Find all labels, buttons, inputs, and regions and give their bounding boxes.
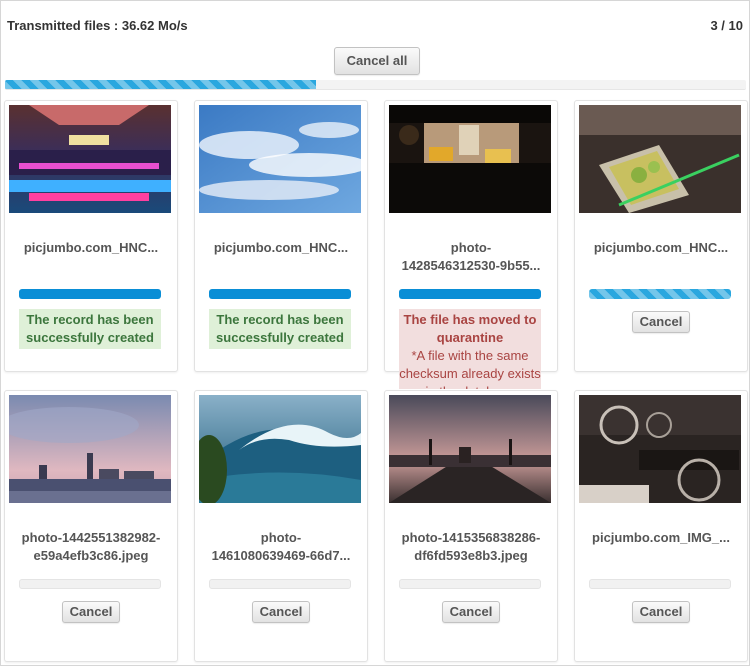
success-message: The record has been successfully created: [19, 309, 161, 349]
cancel-button[interactable]: Cancel: [252, 601, 310, 623]
file-progress-bar: [589, 289, 731, 299]
file-progress-bar: [209, 289, 351, 299]
file-progress-bar: [19, 579, 161, 589]
wave-icon: [199, 395, 361, 503]
file-progress-bar: [19, 289, 161, 299]
sky-icon: [199, 105, 361, 213]
file-name: photo- 1461080639469-66d7...: [195, 529, 367, 565]
file-card: photo- 1461080639469-66d7... Cancel: [194, 390, 368, 662]
error-detail: *A file with the same checksum already e…: [399, 348, 541, 389]
file-progress-bar: [399, 289, 541, 299]
file-name-line: photo-1442551382982-: [21, 530, 161, 545]
error-message: The file has moved to quarantine *A file…: [399, 309, 541, 389]
file-name: photo- 1428546312530-9b55...: [385, 239, 557, 275]
cancel-button[interactable]: Cancel: [62, 601, 120, 623]
success-message: The record has been successfully created: [209, 309, 351, 349]
file-card: picjumbo.com_IMG_... Cancel: [574, 390, 748, 662]
file-name-line: e59a4efb3c86.jpeg: [33, 548, 149, 563]
cancel-all-button[interactable]: Cancel all: [334, 47, 420, 75]
file-name: photo-1442551382982- e59a4efb3c86.jpeg: [5, 529, 177, 565]
cancel-button[interactable]: Cancel: [632, 311, 690, 333]
global-progress-fill: [5, 80, 317, 89]
file-name: picjumbo.com_HNC...: [593, 240, 729, 255]
file-name: picjumbo.com_HNC...: [213, 240, 349, 255]
cocktail-icon: [579, 105, 741, 213]
file-name: picjumbo.com_IMG_...: [592, 530, 730, 545]
nightclub-icon: [9, 105, 171, 213]
cancel-button[interactable]: Cancel: [632, 601, 690, 623]
file-card: picjumbo.com_HNC... Cancel: [574, 100, 748, 372]
file-card: picjumbo.com_HNC... The record has been …: [194, 100, 368, 372]
file-name-line: 1428546312530-9b55...: [401, 258, 541, 273]
error-title: The file has moved to quarantine: [403, 312, 537, 345]
file-name: picjumbo.com_HNC...: [23, 240, 159, 255]
bridge-dusk-icon: [389, 395, 551, 503]
file-counter: 3 / 10: [710, 18, 743, 33]
file-name: photo-1415356838286- df6fd593e8b3.jpeg: [385, 529, 557, 565]
file-card: photo-1442551382982- e59a4efb3c86.jpeg C…: [4, 390, 178, 662]
taxi-street-icon: [389, 105, 551, 213]
file-name-line: photo-: [260, 530, 302, 545]
file-name-line: photo-: [450, 240, 492, 255]
city-skyline-icon: [9, 395, 171, 503]
car-dashboard-icon: [579, 395, 741, 503]
file-progress-bar: [399, 579, 541, 589]
cancel-button[interactable]: Cancel: [442, 601, 500, 623]
file-card: photo- 1428546312530-9b55... The file ha…: [384, 100, 558, 389]
file-card: photo-1415356838286- df6fd593e8b3.jpeg C…: [384, 390, 558, 662]
file-progress-bar: [209, 579, 351, 589]
file-name-line: 1461080639469-66d7...: [211, 548, 351, 563]
file-progress-bar: [589, 579, 731, 589]
global-progress-bar: [5, 80, 746, 90]
file-card: picjumbo.com_HNC... The record has been …: [4, 100, 178, 372]
file-name-line: photo-1415356838286-: [401, 530, 541, 545]
file-name-line: df6fd593e8b3.jpeg: [414, 548, 528, 563]
transfer-status: Transmitted files : 36.62 Mo/s: [7, 18, 188, 33]
